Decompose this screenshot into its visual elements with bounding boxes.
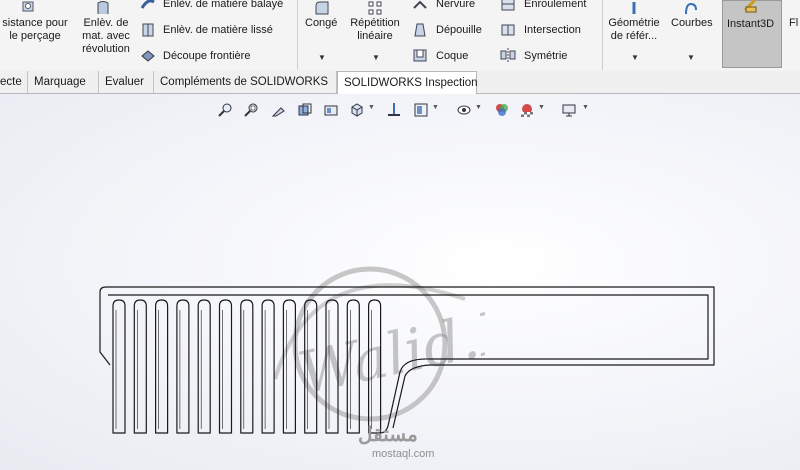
mirror-icon[interactable] bbox=[500, 47, 516, 63]
curves-dropdown-icon[interactable]: ▼ bbox=[687, 53, 695, 62]
wrap-button[interactable]: Enroulement bbox=[524, 0, 586, 11]
comb-tooth bbox=[112, 299, 126, 434]
watermark-brand-latin: mostaql.com bbox=[372, 448, 435, 460]
instant3d-button[interactable]: Instant3D bbox=[722, 0, 782, 68]
tab-markup[interactable]: Marquage bbox=[28, 71, 99, 93]
boundary-cut-icon[interactable] bbox=[140, 47, 156, 63]
hole-wizard-icon[interactable] bbox=[20, 0, 36, 16]
instant3d-icon bbox=[743, 0, 757, 13]
command-manager-tabs: ecte Marquage Evaluer Compléments de SOL… bbox=[0, 71, 800, 94]
reference-geometry-label-2: de référ... bbox=[610, 30, 658, 42]
comb-spine-outline bbox=[99, 286, 715, 366]
comb-teeth bbox=[112, 299, 382, 434]
wrap-icon[interactable] bbox=[500, 0, 516, 12]
tab-sketch[interactable]: ecte bbox=[0, 71, 28, 93]
hole-wizard-label-1: sistance pour bbox=[2, 17, 68, 29]
graphics-area[interactable]: ▼ ▼ ▼ ▼ ▼ Walid.D bbox=[0, 94, 800, 470]
comb-tooth bbox=[197, 299, 211, 434]
comb-tooth bbox=[282, 299, 296, 434]
comb-left-edge bbox=[99, 292, 111, 366]
comb-tooth bbox=[261, 299, 275, 434]
revolved-cut-icon[interactable] bbox=[95, 0, 111, 16]
comb-model[interactable] bbox=[0, 94, 800, 470]
comb-tooth bbox=[133, 299, 147, 434]
comb-tail-curve-inner bbox=[392, 364, 431, 429]
comb-tooth bbox=[240, 299, 254, 434]
rib-button[interactable]: Nervure bbox=[436, 0, 475, 11]
revolved-cut-label-3: révolution bbox=[82, 43, 130, 55]
comb-tooth bbox=[155, 299, 169, 434]
reference-geometry-button[interactable]: Géométrie de référ... bbox=[606, 17, 662, 43]
linear-pattern-label-2: linéaire bbox=[357, 30, 393, 42]
lofted-cut-button[interactable]: Enlèv. de matière lissé bbox=[163, 24, 273, 37]
swept-cut-icon[interactable] bbox=[140, 0, 156, 12]
fillet-button[interactable]: Congé bbox=[305, 17, 337, 30]
tab-evaluate[interactable]: Evaluer bbox=[99, 71, 154, 93]
hole-wizard-label-2: le perçage bbox=[9, 30, 61, 42]
tab-solidworks-addins[interactable]: Compléments de SOLIDWORKS bbox=[154, 71, 337, 93]
curves-icon[interactable] bbox=[683, 0, 699, 16]
comb-tooth bbox=[176, 299, 190, 434]
revolved-cut-label-1: Enlèv. de bbox=[83, 17, 129, 29]
draft-button[interactable]: Dépouille bbox=[436, 24, 482, 37]
instant3d-label: Instant3D bbox=[727, 18, 775, 30]
fillet-icon[interactable] bbox=[314, 0, 330, 16]
intersect-icon[interactable] bbox=[500, 22, 516, 38]
shell-icon[interactable] bbox=[412, 47, 428, 63]
revolved-cut-button[interactable]: Enlèv. de mat. avec révolution bbox=[76, 17, 136, 56]
watermark-brand-arabic: مستقل bbox=[358, 424, 418, 446]
tab-solidworks-inspection[interactable]: SOLIDWORKS Inspection bbox=[337, 71, 478, 94]
reference-geometry-icon[interactable] bbox=[626, 0, 642, 16]
draft-icon[interactable] bbox=[412, 22, 428, 38]
linear-pattern-label-1: Répétition bbox=[350, 17, 400, 29]
linear-pattern-icon[interactable] bbox=[367, 0, 383, 16]
mirror-button[interactable]: Symétrie bbox=[524, 50, 567, 63]
revolved-cut-label-2: mat. avec bbox=[82, 30, 130, 42]
swept-cut-button[interactable]: Enlèv. de matière balayé bbox=[163, 0, 283, 11]
flex-button[interactable]: Fl bbox=[789, 17, 798, 30]
ribbon-separator-2 bbox=[602, 0, 603, 70]
comb-tooth bbox=[346, 299, 360, 434]
lofted-cut-icon[interactable] bbox=[140, 22, 156, 38]
rib-icon[interactable] bbox=[412, 0, 428, 12]
hole-wizard-button[interactable]: sistance pour le perçage bbox=[0, 17, 70, 43]
comb-tooth bbox=[304, 299, 318, 434]
linear-pattern-button[interactable]: Répétition linéaire bbox=[344, 17, 406, 43]
shell-button[interactable]: Coque bbox=[436, 50, 468, 63]
comb-tooth bbox=[368, 299, 382, 434]
reference-geometry-dropdown-icon[interactable]: ▼ bbox=[631, 53, 639, 62]
comb-tooth bbox=[218, 299, 233, 434]
fillet-dropdown-icon[interactable]: ▼ bbox=[318, 53, 326, 62]
intersect-button[interactable]: Intersection bbox=[524, 24, 581, 37]
curves-button[interactable]: Courbes bbox=[671, 17, 713, 30]
linear-pattern-dropdown-icon[interactable]: ▼ bbox=[372, 53, 380, 62]
comb-tooth bbox=[325, 299, 339, 434]
ribbon-separator bbox=[297, 0, 298, 70]
boundary-cut-button[interactable]: Découpe frontière bbox=[163, 50, 250, 63]
command-manager-ribbon: sistance pour le perçage Enlèv. de mat. … bbox=[0, 0, 800, 72]
reference-geometry-label-1: Géométrie bbox=[608, 17, 660, 29]
